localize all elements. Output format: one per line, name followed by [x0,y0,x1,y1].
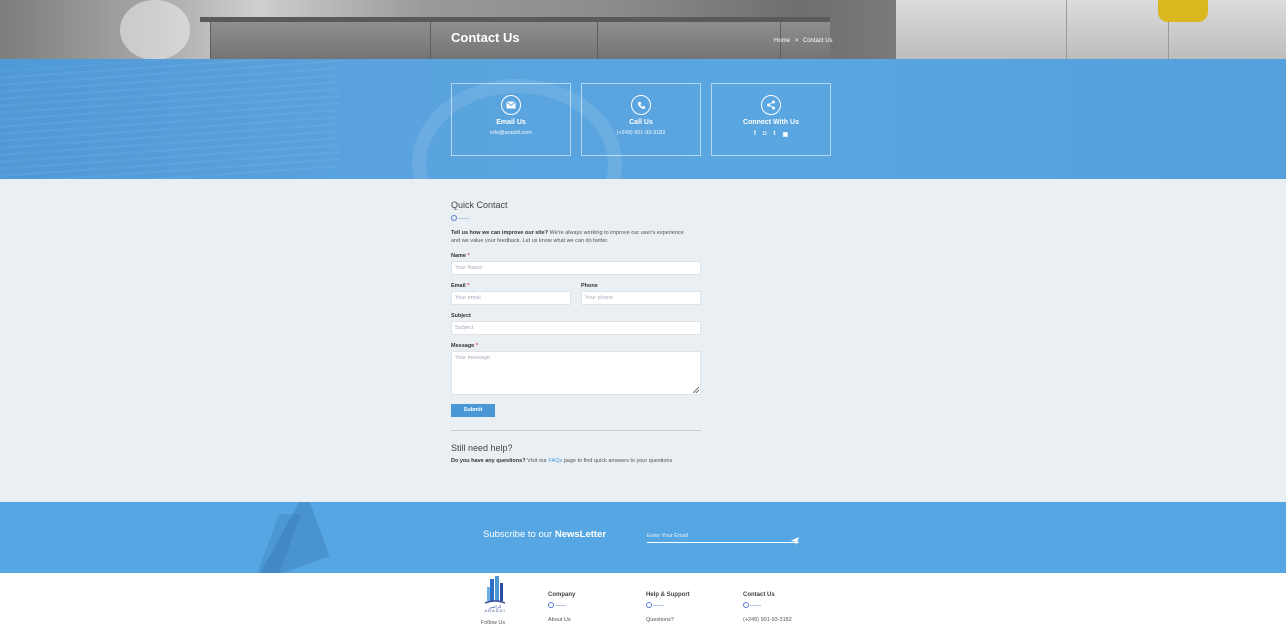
social-links: f ◘ t ▣ [712,131,830,138]
follow-us-heading: Follow Us [481,620,506,626]
subject-label: Subject [451,313,471,319]
facebook-icon[interactable]: f [754,131,756,138]
help-text: Do you have any questions? Visit our FAQ… [451,458,673,464]
twitter-icon[interactable]: t [773,131,775,138]
section-divider [451,430,701,431]
help-title: Still need help? [451,443,513,453]
connect-card-title: Connect With Us [743,119,799,126]
footer-company-column: Company About Us [548,592,575,623]
phone-icon [631,95,651,115]
submit-button[interactable]: Submit [451,404,495,417]
email-card-title: Email Us [496,119,526,126]
name-label: Name * [451,253,470,259]
instagram-icon[interactable]: ◘ [763,131,767,138]
about-us-link[interactable]: About Us [548,617,575,623]
footer-help-column: Help & Support Questions? [646,592,690,623]
email-input[interactable]: Your email [451,291,571,305]
envelope-icon [501,95,521,115]
page-hero: Contact Us Home > Contact Us [0,0,1286,59]
connect-card: Connect With Us f ◘ t ▣ [711,83,831,156]
newsletter-band: Subscribe to our NewsLetter Enter Your E… [0,502,1286,573]
title-separator [451,214,701,222]
phone-label: Phone [581,283,598,289]
breadcrumb-current: Contact Us [802,38,833,44]
help-support-heading: Help & Support [646,592,690,598]
footer-contact-column: Contact Us (+249) 901-93-3182 [743,592,792,623]
page-title: Contact Us [451,30,520,45]
share-icon [761,95,781,115]
footer-phone-link[interactable]: (+249) 901-93-3182 [743,617,792,623]
logo-wordmark: ARADDI [484,608,506,613]
subject-input[interactable]: Subject [451,321,701,335]
form-intro: Tell us how we can improve our site? We'… [451,229,691,245]
message-label: Message * [451,343,478,349]
quick-contact-form: Quick Contact Tell us how we can improve… [451,200,701,464]
email-label: Email * [451,283,470,289]
questions-link[interactable]: Questions? [646,617,690,623]
breadcrumb-separator: > [794,38,799,44]
call-card-title: Call Us [629,119,653,126]
company-heading: Company [548,592,576,598]
intro-question: Tell us how we can improve our site? [451,230,549,236]
breadcrumb-home-link[interactable]: Home [774,38,790,44]
site-footer: الراضي ARADDI Follow Us Company About Us… [0,573,1286,631]
email-address-link[interactable]: info@araddi.com [452,130,570,136]
newsletter-email-input[interactable]: Enter Your Email [647,530,799,543]
phone-number-link[interactable]: (+249) 901-93-3182 [582,130,700,136]
contact-us-heading: Contact Us [743,592,775,598]
breadcrumb: Home > Contact Us [774,38,836,44]
phone-input[interactable]: Your phone [581,291,701,305]
call-card: Call Us (+249) 901-93-3182 [581,83,701,156]
newsletter-heading: Subscribe to our NewsLetter [483,529,607,540]
youtube-icon[interactable]: ▣ [782,131,788,138]
contact-info-band: Email Us info@araddi.com Call Us (+249) … [0,59,1286,179]
email-card: Email Us info@araddi.com [451,83,571,156]
faqs-link[interactable]: FAQs [548,458,562,464]
send-icon[interactable] [791,532,799,545]
message-textarea[interactable]: Your message. [451,351,701,395]
name-input[interactable]: Your Name [451,261,701,275]
form-title: Quick Contact [451,200,508,210]
